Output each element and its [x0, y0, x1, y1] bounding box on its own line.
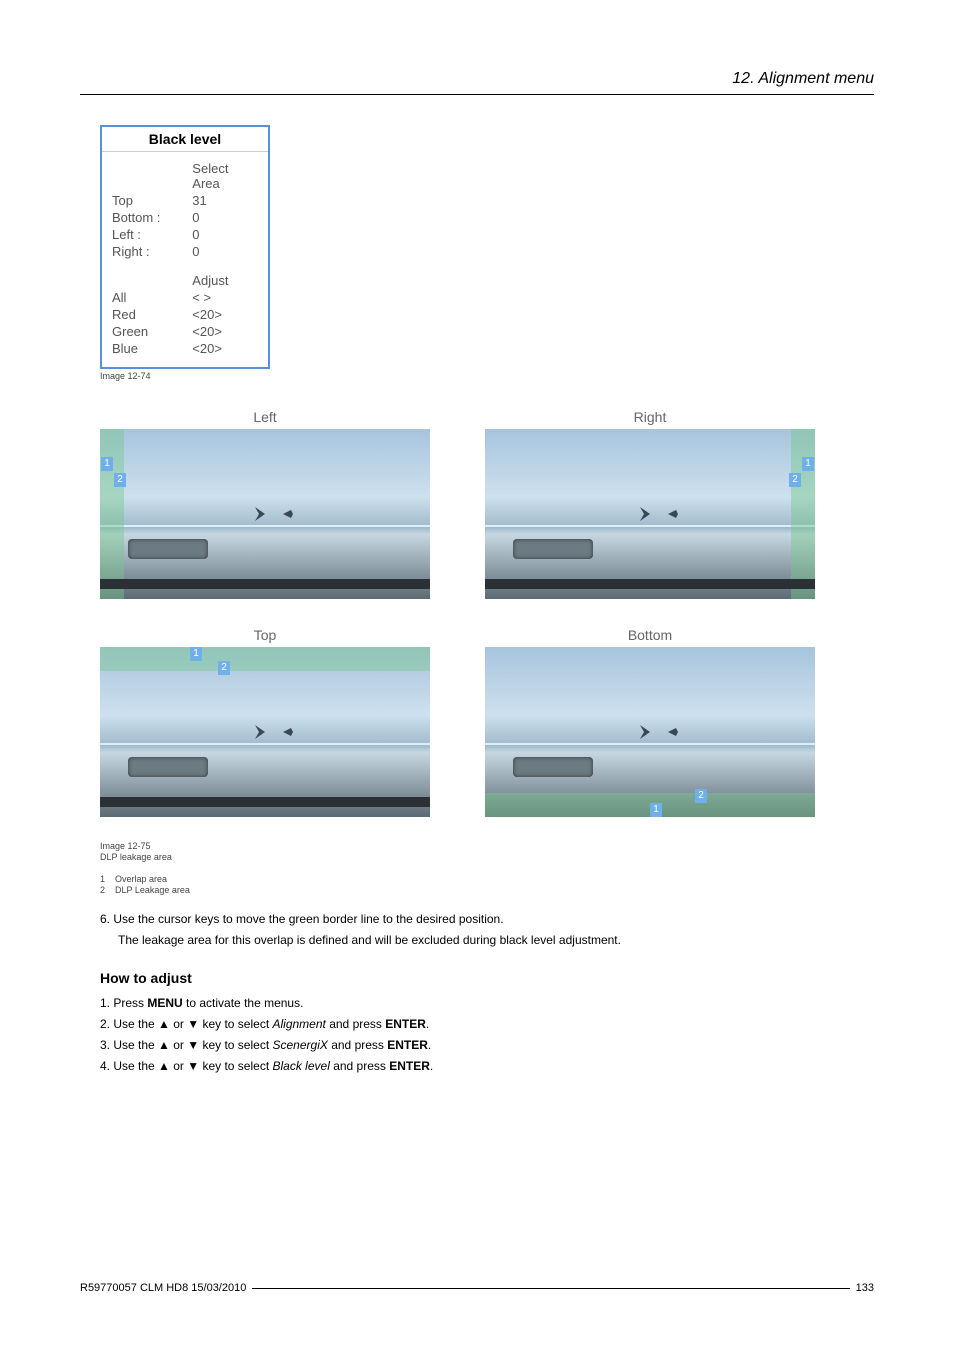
row-value: <20>: [192, 306, 258, 323]
row-label: Top: [112, 192, 192, 209]
footer-rule: [252, 1288, 849, 1289]
figure-thumb-right: 1 2: [485, 429, 815, 599]
row-label: Blue: [112, 340, 192, 357]
panel-title: Black level: [102, 127, 268, 152]
marker: 2: [114, 473, 126, 487]
legend-text: Overlap area: [115, 874, 167, 884]
step-2: 2. Use the ▲ or ▼ key to select Alignmen…: [100, 1017, 874, 1031]
instruction-6-note: The leakage area for this overlap is def…: [118, 932, 874, 949]
row-label: Right :: [112, 243, 192, 260]
marker: 1: [802, 457, 814, 471]
row-label: Green: [112, 323, 192, 340]
instruction-6: 6. Use the cursor keys to move the green…: [100, 911, 874, 928]
figure-label: Right: [485, 409, 815, 425]
figure-thumb-top: 1 2: [100, 647, 430, 817]
row-label: Left :: [112, 226, 192, 243]
marker: 2: [695, 789, 707, 803]
row-label: Red: [112, 306, 192, 323]
row-value: 31: [192, 192, 258, 209]
adjust-heading: Adjust: [192, 272, 258, 289]
chapter-title: 12. Alignment menu: [80, 70, 874, 88]
row-value: <20>: [192, 323, 258, 340]
page-number: 133: [856, 1282, 874, 1294]
image-caption: Image 12-74: [100, 371, 874, 381]
row-value: 0: [192, 226, 258, 243]
header-rule: [80, 94, 874, 95]
legend-num: 2: [100, 885, 105, 895]
row-value: < >: [192, 289, 258, 306]
marker: 1: [650, 803, 662, 817]
figure-label: Bottom: [485, 627, 815, 643]
figure-label: Top: [100, 627, 430, 643]
steps-list: 1. Press MENU to activate the menus. 2. …: [100, 996, 874, 1073]
image-caption-id: Image 12-75: [100, 841, 151, 851]
step-1: 1. Press MENU to activate the menus.: [100, 996, 874, 1010]
marker: 1: [101, 457, 113, 471]
step-3: 3. Use the ▲ or ▼ key to select Scenergi…: [100, 1038, 874, 1052]
black-level-panel: Black level Select Area Top31 Bottom :0 …: [100, 125, 270, 369]
footer-left: R59770057 CLM HD8 15/03/2010: [80, 1282, 246, 1294]
plane-icon: [235, 723, 295, 741]
image-caption-text: DLP leakage area: [100, 852, 172, 862]
marker: 2: [218, 661, 230, 675]
plane-icon: [235, 505, 295, 523]
marker: 2: [789, 473, 801, 487]
marker: 1: [190, 647, 202, 661]
row-value: 0: [192, 243, 258, 260]
legend-num: 1: [100, 874, 105, 884]
row-label: All: [112, 289, 192, 306]
row-value: <20>: [192, 340, 258, 357]
select-area-heading: Select Area: [192, 160, 258, 192]
step-4: 4. Use the ▲ or ▼ key to select Black le…: [100, 1059, 874, 1073]
plane-icon: [620, 723, 680, 741]
row-value: 0: [192, 209, 258, 226]
figure-thumb-bottom: 2 1: [485, 647, 815, 817]
row-label: Bottom :: [112, 209, 192, 226]
plane-icon: [620, 505, 680, 523]
figure-thumb-left: 1 2: [100, 429, 430, 599]
how-to-adjust-heading: How to adjust: [100, 970, 874, 986]
legend-text: DLP Leakage area: [115, 885, 190, 895]
figure-label: Left: [100, 409, 430, 425]
